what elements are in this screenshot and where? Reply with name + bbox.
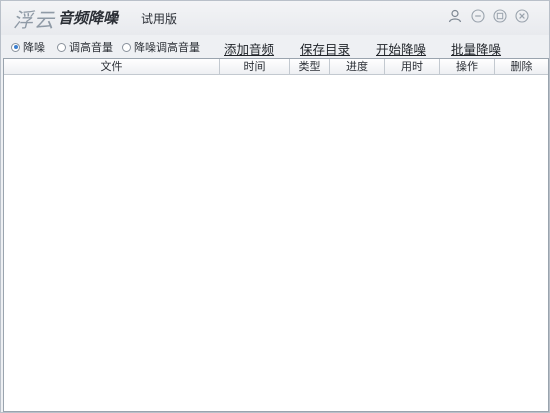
- mode-denoise-volume-up-label: 降噪调高音量: [134, 41, 200, 54]
- app-logo: 浮云: [13, 8, 55, 32]
- add-audio-button[interactable]: 添加音频: [224, 39, 274, 58]
- mode-denoise-radio[interactable]: 降噪: [11, 40, 45, 54]
- mode-denoise-volume-up-radio[interactable]: 降噪调高音量: [122, 40, 200, 54]
- mode-denoise-label: 降噪: [23, 41, 45, 54]
- batch-denoise-button[interactable]: 批量降噪: [451, 39, 501, 58]
- user-icon[interactable]: [448, 9, 462, 23]
- title-bar[interactable]: 浮云 音频降噪 试用版: [1, 1, 549, 35]
- start-denoise-button[interactable]: 开始降噪: [376, 39, 426, 58]
- table-header: 文件 时间 类型 进度 用时 操作 删除: [4, 59, 548, 75]
- column-header-type[interactable]: 类型: [290, 59, 330, 74]
- column-header-file[interactable]: 文件: [4, 59, 220, 74]
- app-window: 浮云 音频降噪 试用版 降噪 调高音量 降噪调高音量 添加音频 保存目录 开始降…: [0, 0, 550, 413]
- app-name: 音频降噪: [58, 9, 119, 27]
- column-header-progress[interactable]: 进度: [330, 59, 385, 74]
- restore-icon[interactable]: [493, 9, 507, 23]
- toolbar: 降噪 调高音量 降噪调高音量 添加音频 保存目录 开始降噪 批量降噪: [1, 36, 549, 57]
- save-directory-button[interactable]: 保存目录: [300, 39, 350, 58]
- edition-label: 试用版: [141, 12, 178, 26]
- column-header-time[interactable]: 时间: [220, 59, 290, 74]
- file-table[interactable]: 文件 时间 类型 进度 用时 操作 删除: [3, 58, 549, 412]
- column-header-delete[interactable]: 删除: [495, 59, 548, 74]
- radio-dot-icon: [57, 42, 66, 52]
- radio-dot-icon: [122, 42, 131, 52]
- close-icon[interactable]: [515, 9, 529, 23]
- mode-volume-up-radio[interactable]: 调高音量: [57, 40, 113, 54]
- column-header-action[interactable]: 操作: [440, 59, 495, 74]
- column-header-elapsed[interactable]: 用时: [385, 59, 440, 74]
- minimize-icon[interactable]: [471, 9, 485, 23]
- mode-volume-up-label: 调高音量: [69, 41, 113, 54]
- radio-dot-icon: [11, 42, 20, 52]
